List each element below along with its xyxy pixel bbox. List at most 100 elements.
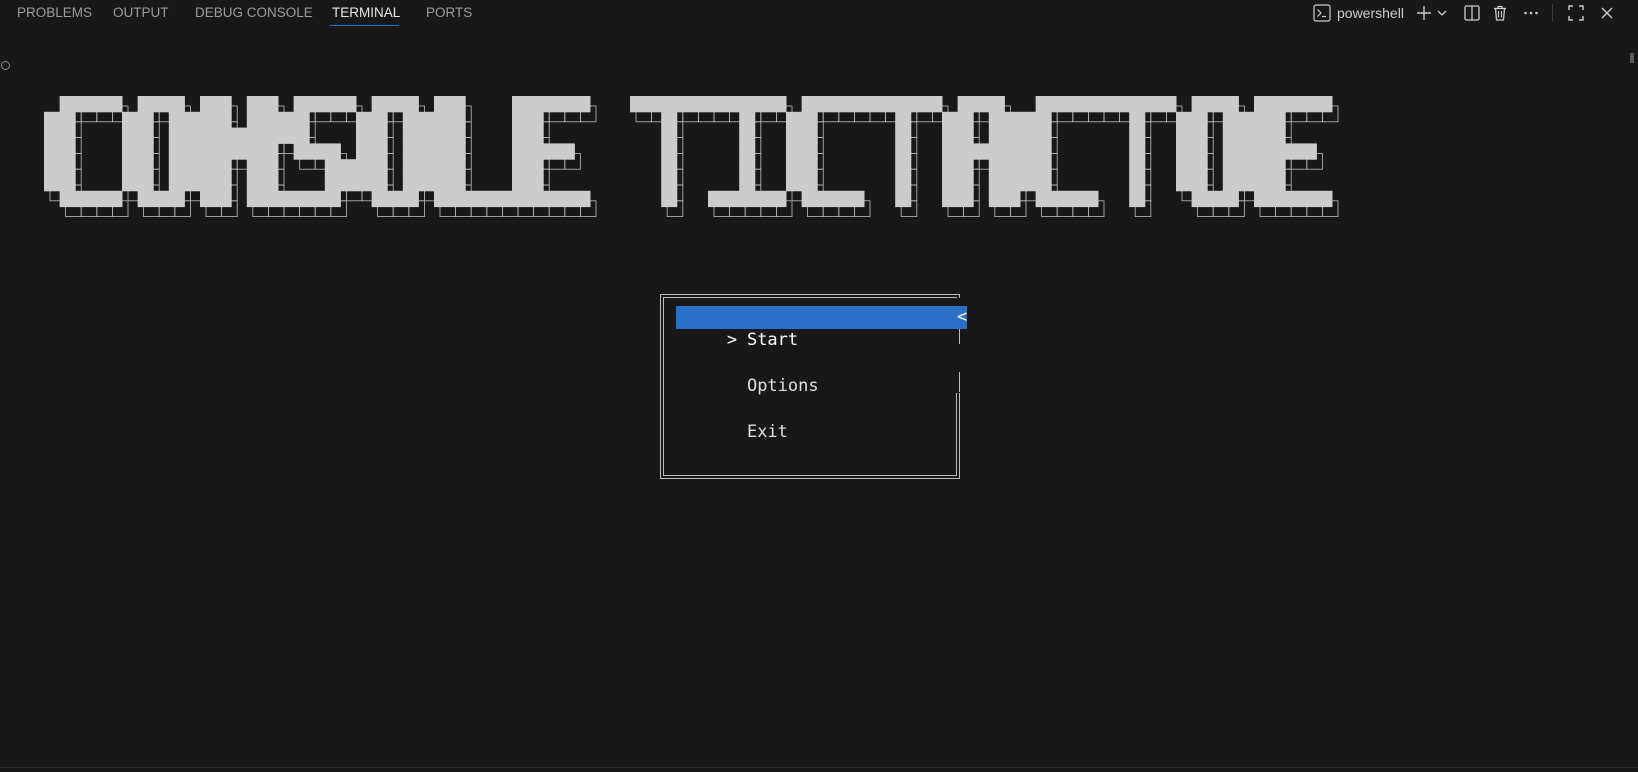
- banner-pixel-block: [512, 190, 529, 208]
- banner-pixel-block: [942, 190, 959, 208]
- banner-pixel-block: [661, 127, 678, 144]
- banner-pixel-block: [246, 111, 263, 129]
- banner-pixel-block: [215, 175, 232, 192]
- tab-terminal[interactable]: TERMINAL: [332, 0, 400, 26]
- banner-pixel-block: [527, 175, 544, 192]
- banner-pixel-block: [324, 96, 341, 113]
- banner-pixel-block: [1222, 175, 1239, 192]
- banner-pixel-block: [340, 159, 357, 176]
- banner-pixel-block: [988, 175, 1005, 192]
- banner-pixel-block: [1176, 127, 1193, 144]
- banner-pixel-block: [1222, 159, 1239, 176]
- banner-pixel-block: [1020, 127, 1037, 144]
- banner-pixel-block: [184, 159, 201, 176]
- banner-pixel-block: [543, 190, 560, 208]
- banner-pixel-block: [200, 143, 217, 160]
- tab-output[interactable]: OUTPUT: [113, 0, 169, 26]
- banner-pixel-block: [324, 159, 341, 176]
- banner-pixel-block: [1285, 96, 1302, 113]
- banner-pixel-block: [1035, 96, 1052, 113]
- banner-pixel-block: [676, 96, 693, 113]
- banner-pixel-block: [1316, 190, 1333, 208]
- kill-terminal-button[interactable]: [1489, 3, 1511, 23]
- menu-item-start[interactable]: > Start <: [676, 306, 967, 350]
- banner-pixel-block: [356, 159, 373, 176]
- banner-pixel-block: [215, 143, 232, 160]
- launch-profile-button[interactable]: [1435, 3, 1449, 23]
- ascii-banner: [44, 96, 1339, 218]
- banner-pixel-block: [231, 143, 248, 160]
- banner-pixel-block: [527, 127, 544, 144]
- banner-pixel-block: [465, 190, 482, 208]
- banner-pixel-block: [786, 175, 803, 192]
- banner-pixel-block: [1269, 190, 1286, 208]
- close-panel-button[interactable]: [1596, 3, 1618, 23]
- banner-pixel-block: [574, 190, 591, 208]
- scrollbar-marker: [1630, 53, 1634, 63]
- menu-item-options[interactable]: Options: [676, 352, 819, 396]
- banner-pixel-block: [754, 190, 771, 208]
- more-actions-button[interactable]: [1519, 3, 1543, 23]
- banner-pixel-block: [168, 175, 185, 192]
- banner-pixel-block: [801, 143, 818, 160]
- banner-pixel-block: [645, 96, 662, 113]
- banner-pixel-block: [309, 190, 326, 208]
- terminal-scrollbar[interactable]: [1624, 50, 1638, 765]
- banner-pixel-block: [527, 96, 544, 113]
- banner-pixel-block: [754, 96, 771, 113]
- banner-pixel-block: [402, 96, 419, 113]
- banner-pixel-block: [1285, 143, 1302, 160]
- banner-pixel-block: [1004, 127, 1021, 144]
- banner-pixel-block: [1300, 96, 1317, 113]
- menu-item-exit[interactable]: Exit: [676, 398, 788, 442]
- selection-caret: >: [726, 330, 738, 350]
- banner-pixel-block: [1191, 159, 1208, 176]
- banner-pixel-block: [988, 127, 1005, 144]
- banner-pixel-block: [1222, 127, 1239, 144]
- banner-pixel-block: [434, 143, 451, 160]
- active-tab-indicator: [330, 25, 399, 26]
- banner-pixel-block: [293, 111, 310, 129]
- banner-pixel-block: [262, 96, 279, 113]
- tab-problems[interactable]: PROBLEMS: [17, 0, 92, 26]
- banner-pixel-block: [309, 96, 326, 113]
- banner-pixel-block: [942, 159, 959, 176]
- banner-pixel-block: [262, 175, 279, 192]
- banner-pixel-block: [1004, 190, 1021, 208]
- banner-pixel-block: [1300, 143, 1317, 160]
- banner-pixel-block: [1269, 127, 1286, 144]
- banner-pixel-block: [215, 159, 232, 176]
- banner-pixel-block: [137, 111, 154, 129]
- banner-pixel-block: [942, 143, 959, 160]
- banner-pixel-block: [543, 143, 560, 160]
- menu-border-segment: [959, 372, 960, 392]
- split-terminal-button[interactable]: [1461, 3, 1483, 23]
- banner-pixel-block: [1129, 190, 1146, 208]
- tab-debug-console[interactable]: DEBUG CONSOLE: [195, 0, 313, 26]
- banner-pixel-block: [496, 190, 513, 208]
- banner-pixel-block: [200, 175, 217, 192]
- banner-pixel-block: [1035, 159, 1052, 176]
- banner-pixel-block: [723, 96, 740, 113]
- banner-pixel-block: [786, 111, 803, 129]
- tab-ports[interactable]: PORTS: [426, 0, 472, 26]
- banner-pixel-block: [708, 190, 725, 208]
- banner-pixel-block: [910, 96, 927, 113]
- banner-pixel-block: [558, 190, 575, 208]
- banner-pixel-block: [122, 143, 139, 160]
- banner-pixel-block: [786, 127, 803, 144]
- banner-pixel-block: [988, 111, 1005, 129]
- trash-icon: [1491, 4, 1509, 22]
- new-terminal-button[interactable]: [1413, 3, 1435, 23]
- toolbar-separator: [1552, 4, 1553, 22]
- banner-pixel-block: [90, 96, 107, 113]
- banner-pixel-block: [59, 96, 76, 113]
- banner-pixel-block: [1129, 159, 1146, 176]
- chevron-down-icon: [1436, 7, 1448, 19]
- banner-pixel-block: [434, 175, 451, 192]
- banner-pixel-block: [661, 96, 678, 113]
- maximize-panel-button[interactable]: [1565, 3, 1587, 23]
- banner-pixel-block: [895, 96, 912, 113]
- banner-pixel-block: [661, 175, 678, 192]
- banner-pixel-block: [1285, 190, 1302, 208]
